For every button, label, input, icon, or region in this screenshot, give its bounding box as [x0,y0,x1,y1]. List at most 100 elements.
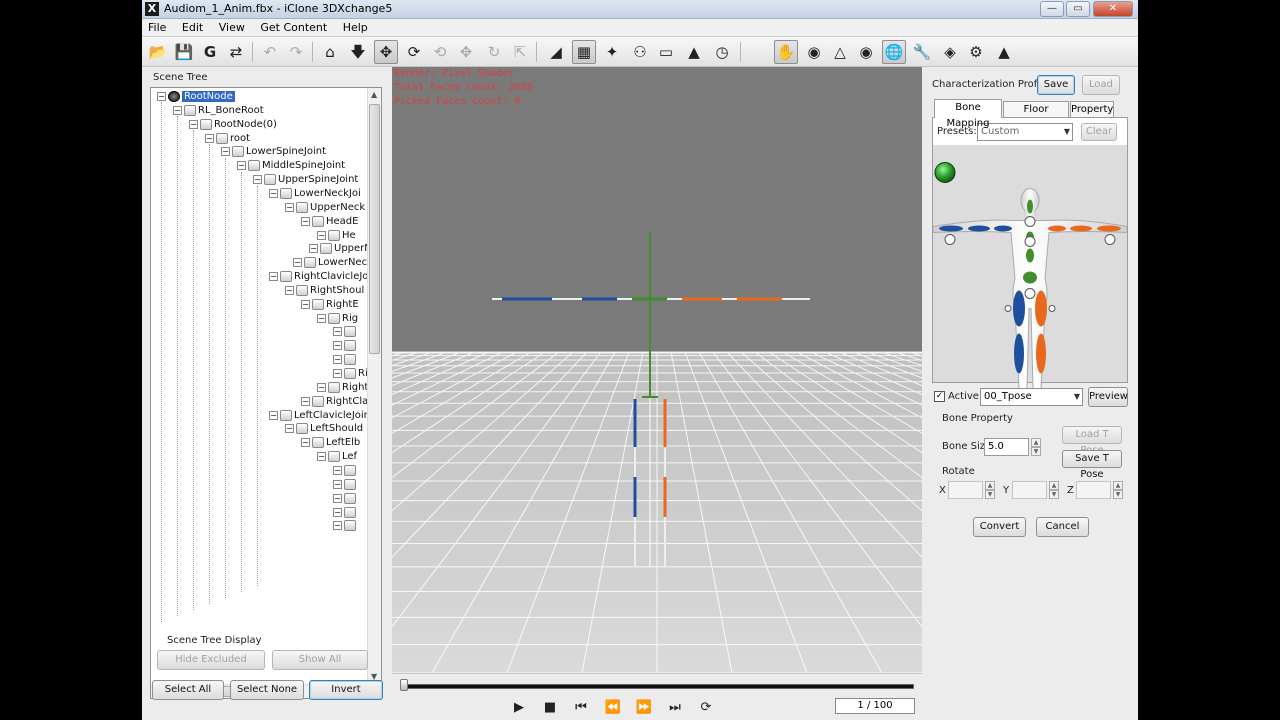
clear-button[interactable]: Clear [1081,123,1117,141]
scene-tree[interactable]: − RootNode − RL_BoneRoot − RootNode(0) − root − L… [150,87,382,699]
expand-collapse-icon[interactable]: − [333,369,342,378]
tree-node[interactable]: − UpperNeck [285,201,365,216]
menu-get-content[interactable]: Get Content [254,19,333,36]
expand-collapse-icon[interactable]: − [301,396,310,406]
expand-collapse-icon[interactable]: − [285,424,294,434]
timeline-scrubber[interactable] [400,679,408,691]
tree-node[interactable]: − [333,492,358,507]
select-all-button[interactable]: Select All [152,680,224,700]
bone-size-input[interactable]: 5.0 [984,438,1029,456]
rotate-y-stepper[interactable]: ▲ ▼ [1049,481,1059,499]
play-icon[interactable]: ▶ [510,699,528,717]
tree-node[interactable]: − [333,354,358,368]
globe-icon[interactable]: 🌐 [882,40,906,64]
resize-icon[interactable]: ⇱ [508,40,532,64]
frame-counter[interactable]: 1 / 100 [835,698,915,714]
expand-collapse-icon[interactable]: − [333,465,342,475]
export-icon[interactable]: ▲ [992,40,1016,64]
pose-dropdown[interactable]: 00_Tpose ▼ [980,388,1083,406]
figure-icon[interactable]: ⚇ [628,40,652,64]
tab-property[interactable]: Property [1070,101,1114,118]
rotate-z-input[interactable] [1076,481,1111,499]
expand-collapse-icon[interactable]: − [333,327,342,337]
tree-node[interactable]: − LowerNeckJoi [269,187,361,202]
expand-collapse-icon[interactable]: − [189,119,198,129]
rotate-x-stepper[interactable]: ▲ ▼ [985,481,995,499]
rotate2-icon[interactable]: ⟲ [428,40,452,64]
tree-node[interactable]: − [333,520,358,534]
select-icon[interactable]: ◢ [544,40,568,64]
menu-view[interactable]: View [213,19,251,36]
expand-collapse-icon[interactable]: − [301,216,310,226]
save-profile-button[interactable]: Save [1037,75,1075,95]
tree-node[interactable]: − Lef [317,451,357,465]
eye-icon[interactable]: ◉ [854,40,878,64]
expand-collapse-icon[interactable]: − [253,175,262,185]
expand-collapse-icon[interactable]: − [317,382,326,392]
tree-node[interactable]: − LowerNeck [293,257,373,271]
redo-icon[interactable]: ↷ [284,40,308,64]
menu-file[interactable]: File [142,19,172,36]
fast-forward-icon[interactable]: ⏩ [635,699,653,717]
select-none-button[interactable]: Select None [230,680,304,700]
camera-icon[interactable]: ◉ [802,40,826,64]
tree-node[interactable]: − LeftShould [285,423,363,437]
rotate-y-input[interactable] [1012,481,1047,499]
expand-collapse-icon[interactable]: − [333,521,342,531]
tree-node[interactable]: − root [205,132,250,147]
pivot-icon[interactable]: ▲ [682,40,706,64]
expand-collapse-icon[interactable]: − [157,92,166,101]
rewind-icon[interactable]: ⏪ [604,699,622,717]
tree-node[interactable]: − HeadE [301,215,358,230]
tree-node[interactable]: − UpperN [309,243,372,257]
tree-node[interactable]: − Rig [317,312,358,327]
character-icon[interactable]: △ [828,40,852,64]
gear-icon[interactable]: ⚙ [964,40,988,64]
scale-icon[interactable]: ✥ [454,40,478,64]
tree-vertical-scroll-thumb[interactable] [369,104,380,354]
expand-collapse-icon[interactable]: − [317,230,326,240]
tree-node[interactable]: − RightClavicleJo [269,271,368,285]
expand-collapse-icon[interactable]: − [269,272,278,282]
sphere-icon[interactable]: ◷ [710,40,734,64]
invert-button[interactable]: Invert [309,680,383,700]
menu-edit[interactable]: Edit [176,19,209,36]
presets-dropdown[interactable]: Custom ▼ [977,123,1073,141]
rotate-z-stepper[interactable]: ▲ ▼ [1113,481,1123,499]
tree-node[interactable]: − MiddleSpineJoint [237,160,345,174]
g-icon[interactable]: G [198,40,222,64]
tree-node[interactable]: − LowerSpineJoint [221,146,326,160]
minimize-button[interactable]: — [1040,1,1064,17]
rotate-x-input[interactable] [948,481,983,499]
bone-mapping-figure[interactable] [933,145,1127,409]
expand-collapse-icon[interactable]: − [237,161,246,171]
3d-viewport[interactable]: Render: Pixel Shader Total Faces Count: … [392,67,922,673]
expand-collapse-icon[interactable]: − [205,133,214,143]
expand-collapse-icon[interactable]: − [269,410,278,420]
expand-collapse-icon[interactable]: − [333,493,342,503]
menu-help[interactable]: Help [337,19,374,36]
tree-node[interactable]: − [333,464,358,479]
save-t-pose-button[interactable]: Save T Pose [1062,450,1122,480]
expand-collapse-icon[interactable]: − [333,479,342,489]
expand-collapse-icon[interactable]: − [317,452,326,462]
hand-icon[interactable]: ✋ [774,40,798,64]
tree-node[interactable]: − RL_BoneRoot [173,104,264,119]
save-icon[interactable]: 💾 [172,40,196,64]
expand-collapse-icon[interactable]: − [333,507,342,517]
reset-icon[interactable]: ↻ [482,40,506,64]
convert-button[interactable]: Convert [973,517,1026,537]
tree-node[interactable]: − RootNode(0) [189,118,277,133]
timeline-track[interactable] [402,684,914,689]
tab-bone-mapping[interactable]: Bone Mapping [934,99,1002,129]
load-profile-button[interactable]: Load [1082,75,1120,95]
convert-icon[interactable]: ⇄ [224,40,248,64]
tree-node[interactable]: − [333,506,358,521]
expand-collapse-icon[interactable]: − [269,188,278,198]
loop-icon[interactable]: ⟳ [697,699,715,717]
active-checkbox[interactable]: ✓ [934,391,945,402]
move-icon[interactable]: ✥ [374,40,398,64]
bone-icon[interactable]: ✦ [600,40,624,64]
bone-size-stepper[interactable]: ▲ ▼ [1031,438,1041,456]
scroll-up-icon[interactable]: ▲ [371,90,377,99]
